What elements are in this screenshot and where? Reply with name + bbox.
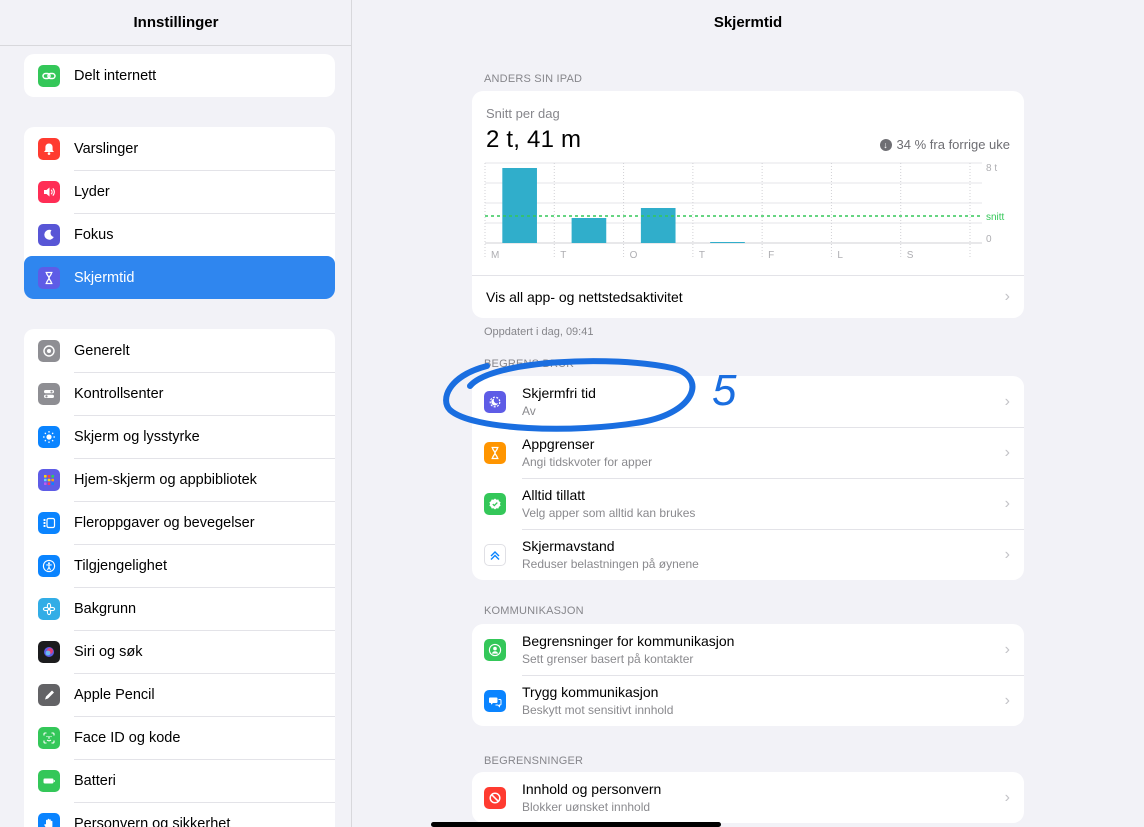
sidebar-item-label: Personvern og sikkerhet	[74, 815, 231, 827]
speaker-icon	[38, 180, 60, 203]
hand-icon	[38, 812, 60, 827]
pencil-icon	[38, 683, 60, 706]
sidebar: Innstillinger Delt internett Varslinger …	[0, 0, 352, 827]
siri-icon	[38, 640, 60, 663]
sidebar-item-fleroppgaver[interactable]: Fleroppgaver og bevegelser	[24, 501, 335, 544]
annotation-circle	[443, 358, 696, 432]
annotation-overlay: 5	[443, 358, 737, 432]
sidebar-item-siri-og-sok[interactable]: Siri og søk	[24, 630, 335, 673]
moon-icon	[38, 223, 60, 246]
multitask-icon	[38, 511, 60, 534]
sidebar-item-hjem-skjerm[interactable]: Hjem-skjerm og appbibliotek	[24, 458, 335, 501]
switches-icon	[38, 382, 60, 405]
flower-icon	[38, 597, 60, 620]
sidebar-item-label: Fleroppgaver og bevegelser	[74, 514, 255, 531]
accessibility-icon	[38, 554, 60, 577]
sidebar-item-skjerm-og-lysstyrke[interactable]: Skjerm og lysstyrke	[24, 415, 335, 458]
sidebar-item-lyder[interactable]: Lyder	[24, 170, 335, 213]
sidebar-item-fokus[interactable]: Fokus	[24, 213, 335, 256]
sidebar-item-label: Siri og søk	[74, 643, 143, 660]
sidebar-group-network: Delt internett	[24, 54, 335, 97]
sidebar-item-label: Delt internett	[74, 67, 157, 84]
sidebar-item-label: Bakgrunn	[74, 600, 137, 617]
sidebar-group-notifications: Varslinger Lyder Fokus Skjermtid	[24, 127, 335, 299]
sidebar-item-bakgrunn[interactable]: Bakgrunn	[24, 587, 335, 630]
sun-icon	[38, 425, 60, 448]
sidebar-item-label: Tilgjengelighet	[74, 557, 167, 574]
home-indicator	[431, 822, 721, 827]
annotation-number: 5	[712, 366, 737, 415]
sidebar-item-label: Hjem-skjerm og appbibliotek	[74, 471, 257, 488]
sidebar-item-label: Fokus	[74, 226, 114, 243]
sidebar-item-label: Generelt	[74, 342, 130, 359]
sidebar-item-varslinger[interactable]: Varslinger	[24, 127, 335, 170]
hourglass-icon	[38, 266, 60, 289]
main-panel: Skjermtid ANDERS SIN IPAD Snitt per dag …	[352, 0, 1144, 827]
sidebar-item-personvern[interactable]: Personvern og sikkerhet	[24, 802, 335, 827]
sidebar-item-label: Skjermtid	[74, 269, 135, 286]
sidebar-item-batteri[interactable]: Batteri	[24, 759, 335, 802]
sidebar-item-apple-pencil[interactable]: Apple Pencil	[24, 673, 335, 716]
sidebar-item-kontrollsenter[interactable]: Kontrollsenter	[24, 372, 335, 415]
sidebar-item-delt-internett[interactable]: Delt internett	[24, 54, 335, 97]
sidebar-item-label: Varslinger	[74, 140, 139, 157]
sidebar-item-label: Skjerm og lysstyrke	[74, 428, 200, 445]
grid-icon	[38, 468, 60, 491]
sidebar-item-generelt[interactable]: Generelt	[24, 329, 335, 372]
faceid-icon	[38, 726, 60, 749]
sidebar-item-face-id[interactable]: Face ID og kode	[24, 716, 335, 759]
sidebar-item-skjermtid[interactable]: Skjermtid	[24, 256, 335, 299]
sidebar-item-label: Face ID og kode	[74, 729, 181, 746]
sidebar-item-label: Kontrollsenter	[74, 385, 164, 402]
sidebar-item-label: Apple Pencil	[74, 686, 155, 703]
bell-icon	[38, 137, 60, 160]
sidebar-group-general: Generelt Kontrollsenter Skjerm og lyssty…	[24, 329, 335, 827]
link-icon	[38, 64, 60, 87]
sidebar-item-label: Lyder	[74, 183, 110, 200]
sidebar-title: Innstillinger	[0, 0, 351, 46]
battery-icon	[38, 769, 60, 792]
gear-icon	[38, 339, 60, 362]
sidebar-item-tilgjengelighet[interactable]: Tilgjengelighet	[24, 544, 335, 587]
sidebar-item-label: Batteri	[74, 772, 116, 789]
